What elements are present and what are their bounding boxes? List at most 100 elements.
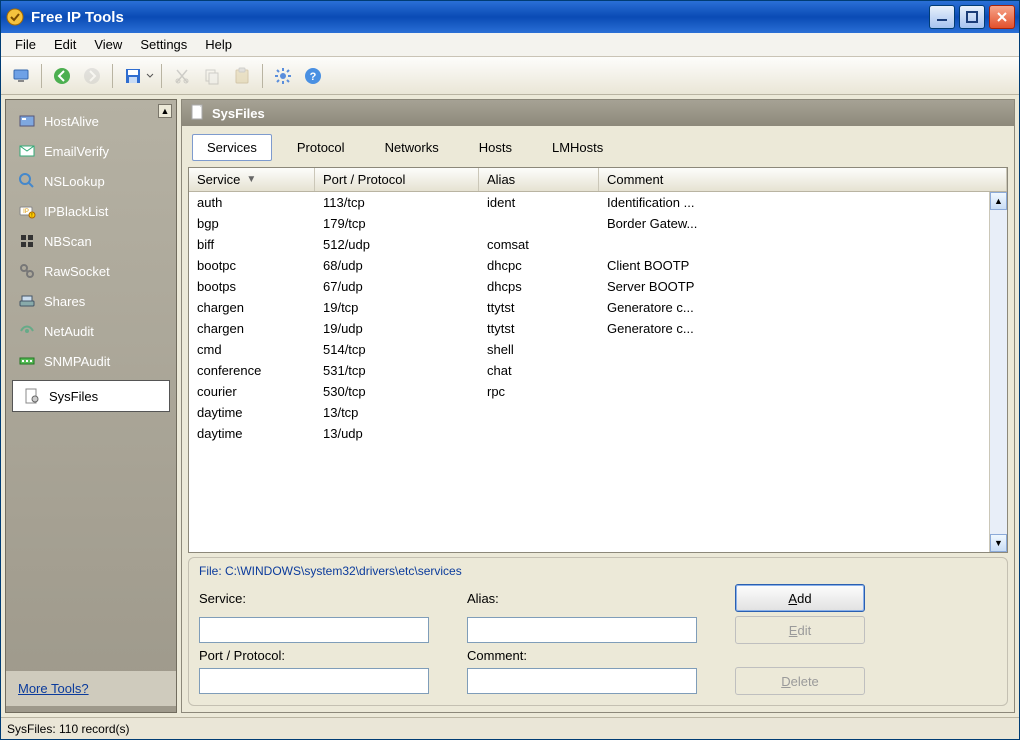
port-input[interactable] bbox=[199, 668, 429, 694]
sidebar-item-label: HostAlive bbox=[44, 114, 99, 129]
menu-edit[interactable]: Edit bbox=[46, 35, 84, 54]
table-row[interactable]: courier530/tcprpc bbox=[189, 381, 989, 402]
tab-protocol[interactable]: Protocol bbox=[282, 134, 360, 161]
shares-icon bbox=[18, 292, 36, 310]
alias-label: Alias: bbox=[467, 591, 717, 606]
service-label: Service: bbox=[199, 591, 449, 606]
sidebar-item-label: Shares bbox=[44, 294, 85, 309]
tab-hosts[interactable]: Hosts bbox=[464, 134, 527, 161]
save-button[interactable] bbox=[119, 62, 147, 90]
separator bbox=[41, 64, 42, 88]
separator bbox=[161, 64, 162, 88]
sysfiles-icon bbox=[23, 387, 41, 405]
app-window: Free IP Tools File Edit View Settings He… bbox=[0, 0, 1020, 740]
list-body: auth113/tcpidentIdentification ...bgp179… bbox=[189, 192, 1007, 552]
table-row[interactable]: bgp179/tcpBorder Gatew... bbox=[189, 213, 989, 234]
settings-button[interactable] bbox=[269, 62, 297, 90]
alias-input[interactable] bbox=[467, 617, 697, 643]
table-row[interactable]: bootpc68/udpdhcpcClient BOOTP bbox=[189, 255, 989, 276]
svg-text:!: ! bbox=[31, 213, 32, 219]
menu-view[interactable]: View bbox=[86, 35, 130, 54]
tab-services[interactable]: Services bbox=[192, 134, 272, 161]
monitor-icon[interactable] bbox=[7, 62, 35, 90]
col-comment[interactable]: Comment bbox=[599, 168, 1007, 191]
sort-desc-icon: ▼ bbox=[246, 174, 256, 185]
table-row[interactable]: conference531/tcpchat bbox=[189, 360, 989, 381]
copy-button[interactable] bbox=[198, 62, 226, 90]
tab-networks[interactable]: Networks bbox=[370, 134, 454, 161]
table-row[interactable]: daytime13/udp bbox=[189, 423, 989, 444]
scroll-down-button[interactable]: ▼ bbox=[990, 534, 1007, 552]
table-row[interactable]: daytime13/tcp bbox=[189, 402, 989, 423]
panel-title: SysFiles bbox=[212, 106, 265, 121]
sidebar-item-shares[interactable]: Shares bbox=[6, 286, 176, 316]
host-icon bbox=[18, 112, 36, 130]
table-row[interactable]: cmd514/tcpshell bbox=[189, 339, 989, 360]
forward-button[interactable] bbox=[78, 62, 106, 90]
status-text: SysFiles: 110 record(s) bbox=[7, 722, 129, 736]
sidebar-item-emailverify[interactable]: EmailVerify bbox=[6, 136, 176, 166]
sidebar-item-hostalive[interactable]: HostAlive bbox=[6, 106, 176, 136]
sidebar-item-nbscan[interactable]: NBScan bbox=[6, 226, 176, 256]
port-label: Port / Protocol: bbox=[199, 648, 449, 663]
table-row[interactable]: auth113/tcpidentIdentification ... bbox=[189, 192, 989, 213]
table-row[interactable]: chargen19/udpttytstGeneratore c... bbox=[189, 318, 989, 339]
tab-lmhosts[interactable]: LMHosts bbox=[537, 134, 618, 161]
separator bbox=[262, 64, 263, 88]
scroll-up-button[interactable]: ▲ bbox=[990, 192, 1007, 210]
sysfiles-icon bbox=[190, 104, 206, 123]
svg-text:IP: IP bbox=[23, 209, 29, 215]
comment-input[interactable] bbox=[467, 668, 697, 694]
file-path: File: C:\WINDOWS\system32\drivers\etc\se… bbox=[199, 564, 997, 578]
sidebar-scroll-up[interactable]: ▲ bbox=[158, 104, 172, 118]
panel-header: SysFiles bbox=[182, 100, 1014, 126]
help-button[interactable]: ? bbox=[299, 62, 327, 90]
sidebar-item-label: NetAudit bbox=[44, 324, 94, 339]
save-dropdown[interactable] bbox=[145, 72, 155, 80]
sidebar-item-snmpaudit[interactable]: SNMPAudit bbox=[6, 346, 176, 376]
sidebar-item-nslookup[interactable]: NSLookup bbox=[6, 166, 176, 196]
sidebar-footer: More Tools? bbox=[6, 671, 176, 706]
snmp-icon bbox=[18, 352, 36, 370]
more-tools-link[interactable]: More Tools? bbox=[18, 681, 89, 696]
comment-label: Comment: bbox=[467, 648, 717, 663]
sidebar-item-label: SysFiles bbox=[49, 389, 98, 404]
service-input[interactable] bbox=[199, 617, 429, 643]
table-row[interactable]: bootps67/udpdhcpsServer BOOTP bbox=[189, 276, 989, 297]
separator bbox=[112, 64, 113, 88]
audit-icon bbox=[18, 322, 36, 340]
table-row[interactable]: biff512/udpcomsat bbox=[189, 234, 989, 255]
sidebar-item-label: EmailVerify bbox=[44, 144, 109, 159]
col-port[interactable]: Port / Protocol bbox=[315, 168, 479, 191]
col-alias[interactable]: Alias bbox=[479, 168, 599, 191]
maximize-button[interactable] bbox=[959, 5, 985, 29]
sidebar-item-rawsocket[interactable]: RawSocket bbox=[6, 256, 176, 286]
sidebar-item-label: IPBlackList bbox=[44, 204, 108, 219]
edit-button[interactable]: Edit bbox=[735, 616, 865, 644]
cut-button[interactable] bbox=[168, 62, 196, 90]
sidebar-item-netaudit[interactable]: NetAudit bbox=[6, 316, 176, 346]
menu-file[interactable]: File bbox=[7, 35, 44, 54]
sidebar-item-ipblacklist[interactable]: IP! IPBlackList bbox=[6, 196, 176, 226]
sidebar-item-sysfiles[interactable]: SysFiles bbox=[12, 380, 170, 412]
paste-button[interactable] bbox=[228, 62, 256, 90]
menu-settings[interactable]: Settings bbox=[132, 35, 195, 54]
col-service[interactable]: Service▼ bbox=[189, 168, 315, 191]
title-bar[interactable]: Free IP Tools bbox=[1, 1, 1019, 33]
list-view: Service▼ Port / Protocol Alias Comment a… bbox=[188, 167, 1008, 553]
menu-help[interactable]: Help bbox=[197, 35, 240, 54]
close-button[interactable] bbox=[989, 5, 1015, 29]
sidebar: ▲ HostAlive EmailVerify NSLookup IP! IPBlack… bbox=[5, 99, 177, 713]
minimize-button[interactable] bbox=[929, 5, 955, 29]
back-button[interactable] bbox=[48, 62, 76, 90]
socket-icon bbox=[18, 262, 36, 280]
delete-button[interactable]: Delete bbox=[735, 667, 865, 695]
app-title: Free IP Tools bbox=[31, 9, 124, 26]
body: ▲ HostAlive EmailVerify NSLookup IP! IPBlack… bbox=[1, 95, 1019, 717]
vertical-scrollbar[interactable]: ▲ ▼ bbox=[989, 192, 1007, 552]
sidebar-item-label: SNMPAudit bbox=[44, 354, 110, 369]
add-button[interactable]: Add bbox=[735, 584, 865, 612]
scroll-track[interactable] bbox=[990, 210, 1007, 534]
column-headers: Service▼ Port / Protocol Alias Comment bbox=[189, 168, 1007, 192]
table-row[interactable]: chargen19/tcpttytstGeneratore c... bbox=[189, 297, 989, 318]
